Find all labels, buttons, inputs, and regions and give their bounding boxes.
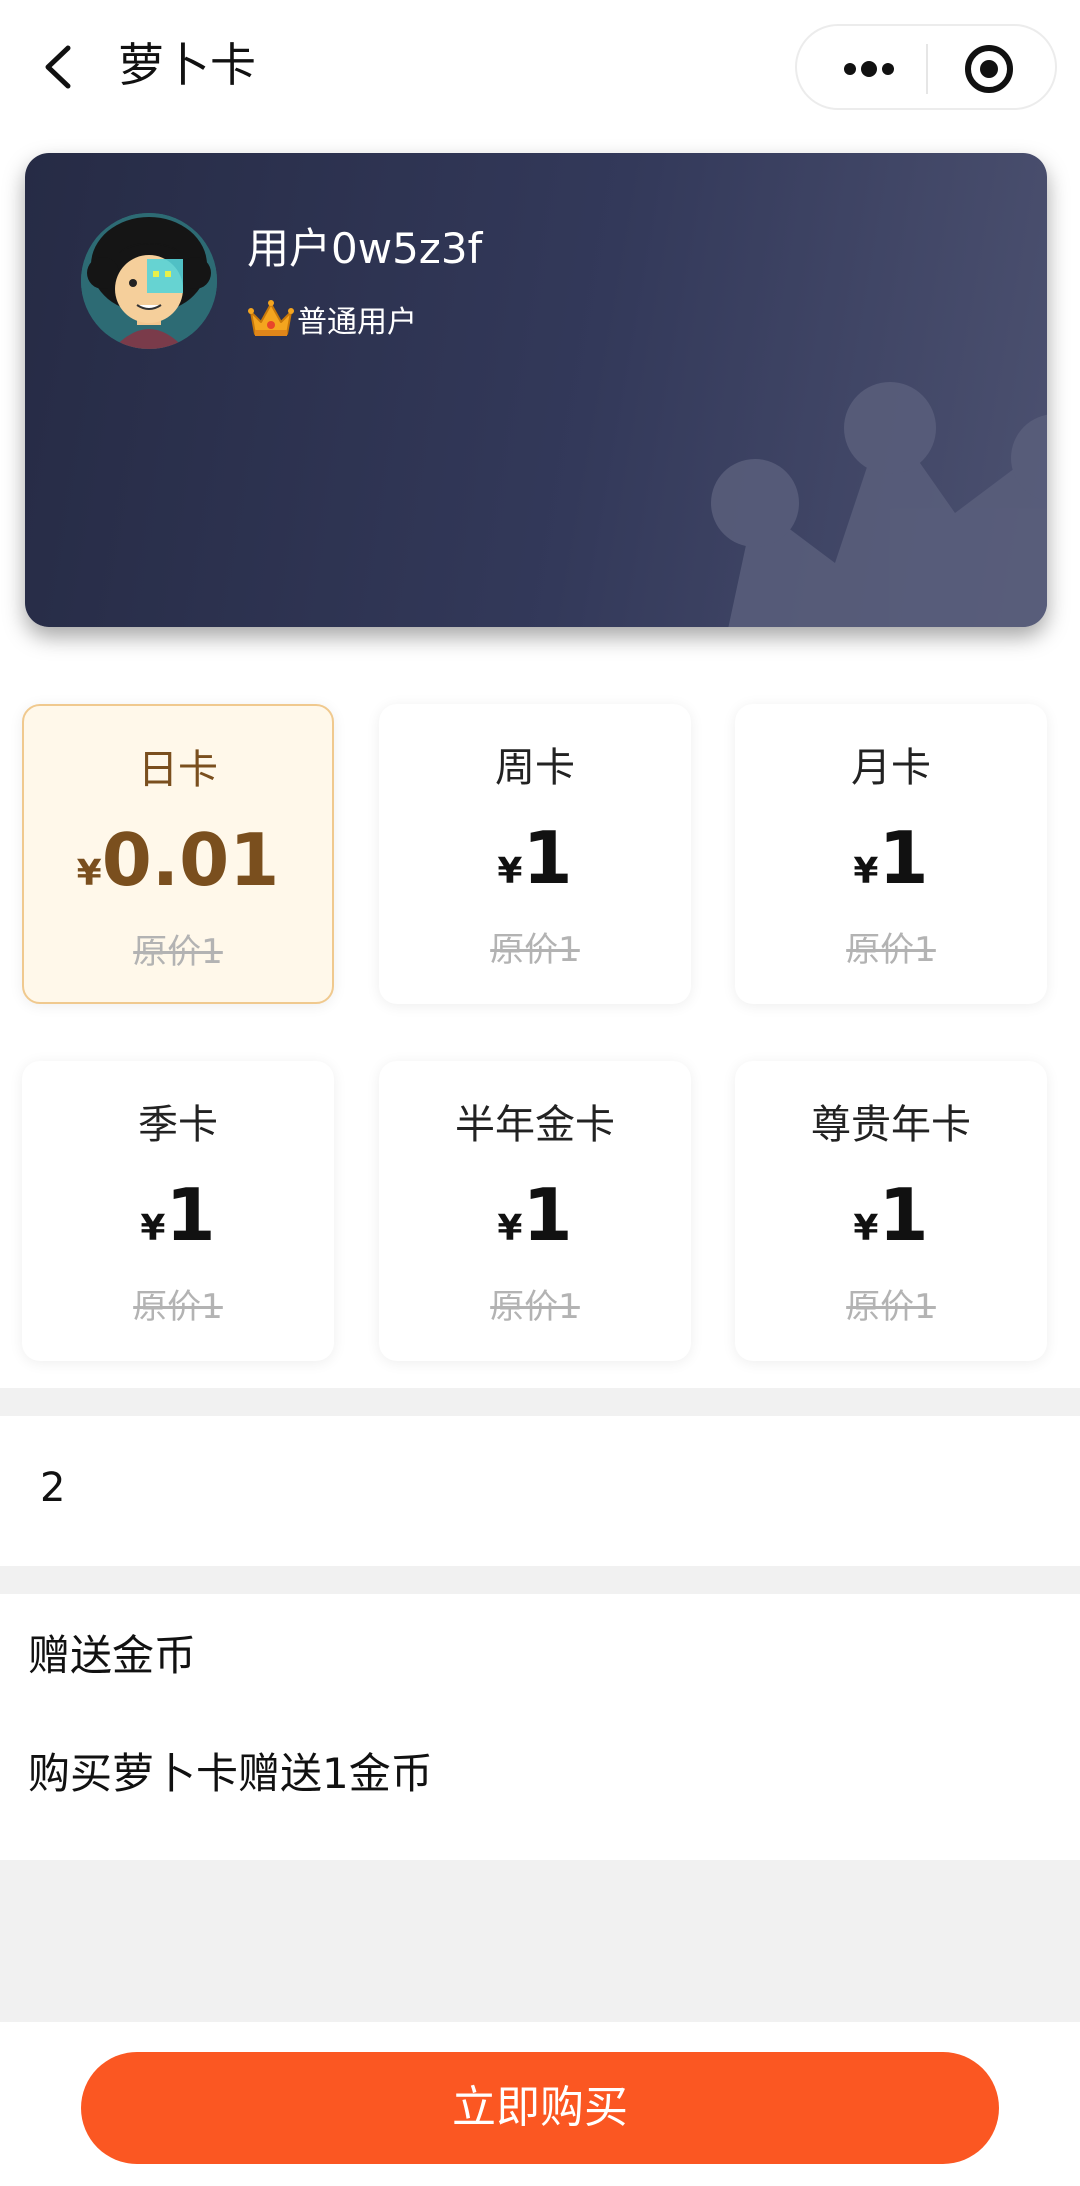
member-card: 用户0w5z3f 普通用户 xyxy=(25,153,1047,627)
gift-section: 赠送金币 购买萝卜卡赠送1金币 xyxy=(0,1594,1080,1860)
original-price: 原价1 xyxy=(846,930,936,970)
plan-card-week[interactable]: 周卡 ¥1 原价1 xyxy=(379,704,691,1004)
crown-watermark-icon xyxy=(711,382,1047,627)
page-title: 萝卜卡 xyxy=(118,38,256,92)
quantity-row[interactable]: 2 xyxy=(0,1416,1080,1566)
crown-icon xyxy=(248,300,294,336)
buy-now-button[interactable]: 立即购买 xyxy=(81,2052,999,2164)
original-price: 原价1 xyxy=(490,1287,580,1327)
currency-symbol: ¥ xyxy=(140,1208,166,1249)
plan-price: ¥1 xyxy=(735,816,1047,920)
plan-name: 日卡 xyxy=(138,747,218,793)
quantity-value: 2 xyxy=(40,1465,66,1511)
plan-card-half-year[interactable]: 半年金卡 ¥1 原价1 xyxy=(379,1061,691,1361)
plan-card-quarter[interactable]: 季卡 ¥1 原价1 xyxy=(22,1061,334,1361)
more-dots-icon xyxy=(844,61,894,77)
mini-program-capsule xyxy=(795,24,1057,110)
price-amount: 0.01 xyxy=(101,818,280,902)
page: 萝卜卡 用户0w5z3f 普通用户 日卡 ¥0.01 原价1 周卡 ¥1 原价1… xyxy=(0,0,1080,2186)
plan-card-year[interactable]: 尊贵年卡 ¥1 原价1 xyxy=(735,1061,1047,1361)
section-divider xyxy=(0,1388,1080,1416)
currency-symbol: ¥ xyxy=(853,851,879,892)
empty-area xyxy=(0,1860,1080,2022)
plan-name: 周卡 xyxy=(495,745,575,791)
user-name: 用户0w5z3f xyxy=(247,224,483,273)
currency-symbol: ¥ xyxy=(853,1208,879,1249)
capsule-divider xyxy=(926,44,928,94)
close-mini-program-button[interactable] xyxy=(941,38,1041,100)
section-divider xyxy=(0,1566,1080,1594)
price-amount: 1 xyxy=(522,1173,573,1257)
original-price: 原价1 xyxy=(133,1287,223,1327)
avatar[interactable] xyxy=(81,213,217,349)
plan-price: ¥1 xyxy=(735,1173,1047,1277)
gift-description: 购买萝卜卡赠送1金币 xyxy=(28,1749,433,1798)
plan-card-month[interactable]: 月卡 ¥1 原价1 xyxy=(735,704,1047,1004)
original-price: 原价1 xyxy=(490,930,580,970)
currency-symbol: ¥ xyxy=(76,853,102,894)
cartoon-avatar-icon xyxy=(81,213,217,349)
plan-name: 尊贵年卡 xyxy=(811,1102,971,1148)
price-amount: 1 xyxy=(878,1173,929,1257)
member-level: 普通用户 xyxy=(247,295,417,343)
plan-price: ¥1 xyxy=(379,816,691,920)
plan-name: 季卡 xyxy=(138,1102,218,1148)
gift-title: 赠送金币 xyxy=(28,1631,197,1680)
more-button[interactable] xyxy=(817,44,917,94)
price-amount: 1 xyxy=(165,1173,216,1257)
price-amount: 1 xyxy=(878,816,929,900)
record-target-icon xyxy=(965,45,1013,93)
back-button[interactable] xyxy=(34,34,90,100)
plan-price: ¥0.01 xyxy=(24,818,332,922)
chevron-left-icon xyxy=(45,45,71,89)
currency-symbol: ¥ xyxy=(497,851,523,892)
plan-price: ¥1 xyxy=(22,1173,334,1277)
original-price: 原价1 xyxy=(133,932,223,972)
currency-symbol: ¥ xyxy=(497,1208,523,1249)
plan-name: 半年金卡 xyxy=(455,1102,615,1148)
original-price: 原价1 xyxy=(846,1287,936,1327)
price-amount: 1 xyxy=(522,816,573,900)
plan-card-day[interactable]: 日卡 ¥0.01 原价1 xyxy=(22,704,334,1004)
member-level-label: 普通用户 xyxy=(297,305,417,340)
plan-name: 月卡 xyxy=(851,745,931,791)
plan-price: ¥1 xyxy=(379,1173,691,1277)
nav-bar: 萝卜卡 xyxy=(0,0,1080,135)
